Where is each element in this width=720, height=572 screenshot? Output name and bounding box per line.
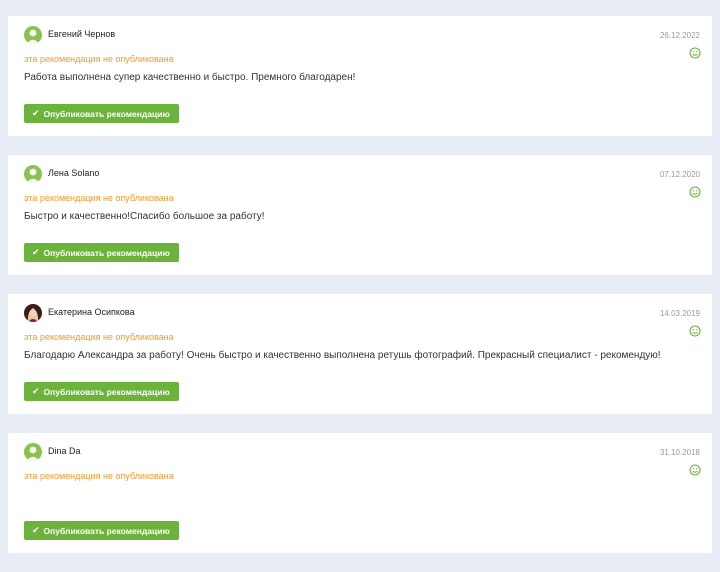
publish-recommendation-button[interactable]: ✔ Опубликовать рекомендацию: [24, 382, 179, 401]
not-published-status: эта рекомендация не опубликована: [24, 193, 174, 203]
smile-icon: [689, 324, 701, 337]
publish-button-label: Опубликовать рекомендацию: [43, 108, 170, 119]
review-card: Евгений Чернов 26.12.2022 эта рекомендац…: [8, 16, 712, 136]
smile-icon: [689, 46, 701, 59]
review-text: Благодарю Александра за работу! Очень бы…: [24, 350, 661, 361]
review-author[interactable]: Евгений Чернов: [48, 29, 115, 39]
review-date: 31.10.2018: [659, 448, 700, 457]
review-text: Работа выполнена супер качественно и быс…: [24, 72, 356, 83]
review-date: 07.12.2020: [659, 170, 700, 179]
publish-recommendation-button[interactable]: ✔ Опубликовать рекомендацию: [24, 243, 179, 262]
review-author[interactable]: Лена Solano: [48, 168, 99, 178]
review-card: Dina Da 31.10.2018 эта рекомендация не о…: [8, 433, 712, 553]
default-user-avatar[interactable]: [24, 165, 42, 183]
publish-button-label: Опубликовать рекомендацию: [43, 247, 170, 258]
not-published-status: эта рекомендация не опубликована: [24, 54, 174, 64]
reviews-list: Евгений Чернов 26.12.2022 эта рекомендац…: [8, 16, 712, 572]
review-card: Екатерина Осипкова 14.03.2019 эта рекоме…: [8, 294, 712, 414]
default-user-avatar[interactable]: [24, 26, 42, 44]
checkmark-icon: ✔: [32, 525, 40, 535]
smile-icon: [689, 185, 701, 198]
not-published-status: эта рекомендация не опубликована: [24, 332, 174, 342]
smile-icon: [689, 463, 701, 476]
publish-recommendation-button[interactable]: ✔ Опубликовать рекомендацию: [24, 521, 179, 540]
publish-recommendation-button[interactable]: ✔ Опубликовать рекомендацию: [24, 104, 179, 123]
checkmark-icon: ✔: [32, 247, 40, 257]
review-text: Быстро и качественно!Спасибо большое за …: [24, 211, 265, 222]
photo-avatar[interactable]: [24, 304, 42, 322]
checkmark-icon: ✔: [32, 386, 40, 396]
review-date: 26.12.2022: [659, 31, 700, 40]
publish-button-label: Опубликовать рекомендацию: [43, 525, 170, 536]
review-card: Лена Solano 07.12.2020 эта рекомендация …: [8, 155, 712, 275]
checkmark-icon: ✔: [32, 108, 40, 118]
review-author[interactable]: Екатерина Осипкова: [48, 307, 135, 317]
review-author[interactable]: Dina Da: [48, 446, 81, 456]
review-date: 14.03.2019: [659, 309, 700, 318]
publish-button-label: Опубликовать рекомендацию: [43, 386, 170, 397]
default-user-avatar[interactable]: [24, 443, 42, 461]
